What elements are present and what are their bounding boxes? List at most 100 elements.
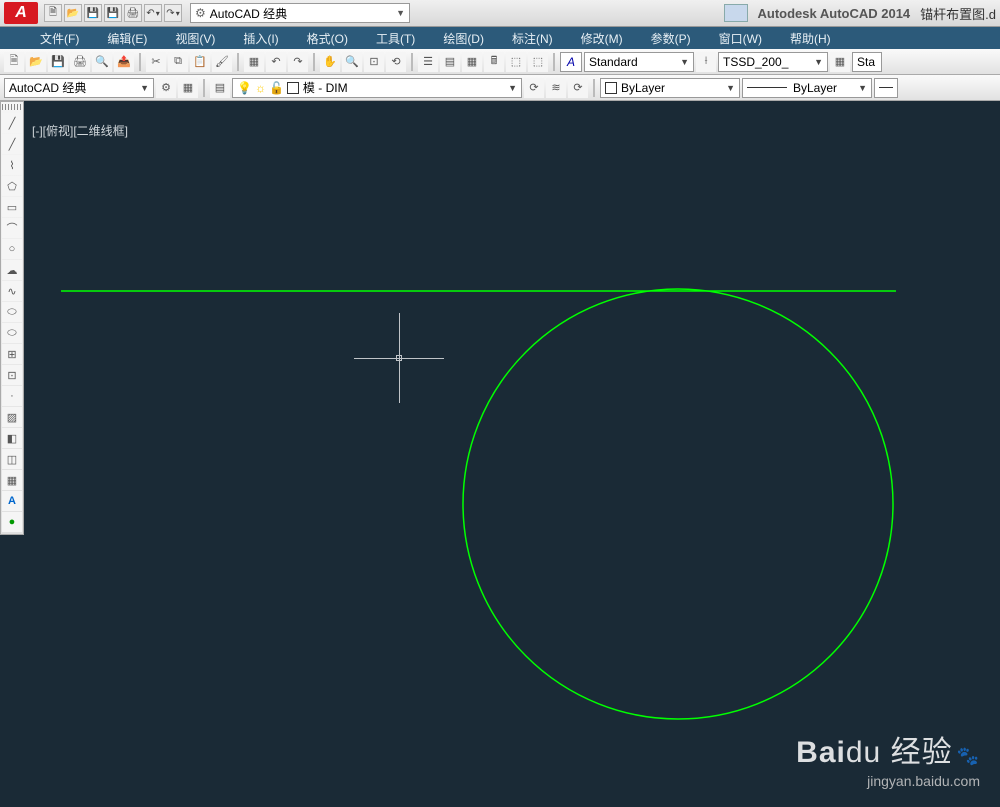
app-brand: Autodesk AutoCAD 2014 xyxy=(758,6,911,21)
redo-icon[interactable]: ↷ xyxy=(288,52,308,72)
chevron-down-icon: ▼ xyxy=(396,8,405,18)
circle-icon[interactable]: ○ xyxy=(2,239,22,259)
menu-window[interactable]: 窗口(W) xyxy=(719,30,762,47)
window-thumb xyxy=(724,4,748,22)
text-style-dropdown[interactable]: Standard▼ xyxy=(584,52,694,72)
sun-icon: ☼ xyxy=(255,81,266,95)
sta-dropdown[interactable]: Sta xyxy=(852,52,882,72)
menu-tools[interactable]: 工具(T) xyxy=(376,30,415,47)
pline-icon[interactable]: ⌇ xyxy=(2,155,22,175)
rectangle-icon[interactable]: ▭ xyxy=(2,197,22,217)
menu-insert[interactable]: 插入(I) xyxy=(243,30,278,47)
polygon-icon[interactable]: ⬠ xyxy=(2,176,22,196)
sheet-icon[interactable]: ▤ xyxy=(440,52,460,72)
match-icon[interactable]: 🖌 xyxy=(212,52,232,72)
bulb-icon: 💡 xyxy=(237,81,252,95)
watermark: Baidu 经验🐾 jingyan.baidu.com xyxy=(796,727,980,789)
spline-icon[interactable]: ∿ xyxy=(2,281,22,301)
ws-save-icon[interactable]: ▦ xyxy=(178,78,198,98)
text-style-icon[interactable]: A xyxy=(560,52,582,72)
menu-dim[interactable]: 标注(N) xyxy=(512,30,553,47)
dim-style-dropdown[interactable]: TSSD_200_▼ xyxy=(718,52,828,72)
menu-bar: 文件(F) 编辑(E) 视图(V) 插入(I) 格式(O) 工具(T) 绘图(D… xyxy=(0,27,1000,49)
props-icon[interactable]: ☰ xyxy=(418,52,438,72)
preview-icon[interactable]: 🔍 xyxy=(92,52,112,72)
layer-props-icon[interactable]: ▤ xyxy=(210,78,230,98)
hatch-icon[interactable]: ▨ xyxy=(2,407,22,427)
line-icon[interactable]: ╱ xyxy=(2,113,22,133)
gradient-icon[interactable]: ◧ xyxy=(2,428,22,448)
menu-format[interactable]: 格式(O) xyxy=(307,30,348,47)
new-icon[interactable]: 🗎 xyxy=(44,4,62,22)
ref2-icon[interactable]: ⬚ xyxy=(528,52,548,72)
undo-icon[interactable]: ↶ xyxy=(144,4,162,22)
table-style-icon[interactable]: ▦ xyxy=(830,52,850,72)
publish-icon[interactable]: 📤 xyxy=(114,52,134,72)
title-bar: A 🗎 📂 💾 💾 🖨 ↶ ↷ ⚙ AutoCAD 经典 ▼ Autodesk … xyxy=(0,0,1000,27)
menu-help[interactable]: 帮助(H) xyxy=(790,30,831,47)
pan-icon[interactable]: ✋ xyxy=(320,52,340,72)
addsel-icon[interactable]: ● xyxy=(2,512,22,532)
tool-palette-icon[interactable]: ▦ xyxy=(462,52,482,72)
workspace-dropdown[interactable]: AutoCAD 经典▼ xyxy=(4,78,154,98)
zoom-window-icon[interactable]: ⊡ xyxy=(364,52,384,72)
save-icon[interactable]: 💾 xyxy=(84,4,102,22)
calc-icon[interactable]: 🖩 xyxy=(484,52,504,72)
autocad-logo: A xyxy=(4,2,38,24)
arc-icon[interactable]: ⌒ xyxy=(2,218,22,238)
workspace-selector[interactable]: ⚙ AutoCAD 经典 ▼ xyxy=(190,3,410,23)
linetype-dropdown[interactable] xyxy=(874,78,898,98)
print-icon[interactable]: 🖨 xyxy=(124,4,142,22)
insert-block-icon[interactable]: ⊞ xyxy=(2,344,22,364)
ellipse-icon[interactable]: ⬭ xyxy=(2,302,22,322)
save-icon[interactable]: 💾 xyxy=(48,52,68,72)
layer-iso-icon[interactable]: ⟳ xyxy=(568,78,588,98)
layer-dropdown[interactable]: 💡 ☼ 🔓 模 - DIM▼ xyxy=(232,78,522,98)
zoom-icon[interactable]: 🔍 xyxy=(342,52,362,72)
undo-icon[interactable]: ↶ xyxy=(266,52,286,72)
line-sample xyxy=(747,87,787,88)
zoom-prev-icon[interactable]: ⟲ xyxy=(386,52,406,72)
ellipse-arc-icon[interactable]: ⬭ xyxy=(2,323,22,343)
block-icon[interactable]: ▦ xyxy=(244,52,264,72)
lineweight-dropdown[interactable]: ByLayer▼ xyxy=(742,78,872,98)
ref-icon[interactable]: ⬚ xyxy=(506,52,526,72)
saveas-icon[interactable]: 💾 xyxy=(104,4,122,22)
menu-edit[interactable]: 编辑(E) xyxy=(107,30,147,47)
menu-draw[interactable]: 绘图(D) xyxy=(443,30,484,47)
menu-param[interactable]: 参数(P) xyxy=(651,30,691,47)
region-icon[interactable]: ◫ xyxy=(2,449,22,469)
copy-icon[interactable]: ⧉ xyxy=(168,52,188,72)
mtext-icon[interactable]: A xyxy=(2,491,22,511)
open-icon[interactable]: 📂 xyxy=(26,52,46,72)
new-icon[interactable]: 🗎 xyxy=(4,52,24,72)
layer-prev-icon[interactable]: ≋ xyxy=(546,78,566,98)
xline-icon[interactable]: ╱ xyxy=(2,134,22,154)
dim-style-icon[interactable]: ⟊ xyxy=(696,52,716,72)
cut-icon[interactable]: ✂ xyxy=(146,52,166,72)
workspace-label: AutoCAD 经典 xyxy=(210,5,287,22)
color-swatch xyxy=(605,82,617,94)
revcloud-icon[interactable]: ☁ xyxy=(2,260,22,280)
toolbar-grip[interactable] xyxy=(2,104,22,110)
ws-gear-icon[interactable]: ⚙ xyxy=(156,78,176,98)
redo-icon[interactable]: ↷ xyxy=(164,4,182,22)
table-icon[interactable]: ▦ xyxy=(2,470,22,490)
standard-toolbar: 🗎 📂 💾 🖨 🔍 📤 ✂ ⧉ 📋 🖌 ▦ ↶ ↷ ✋ 🔍 ⊡ ⟲ ☰ ▤ ▦ … xyxy=(0,49,1000,75)
draw-toolbar: ╱ ╱ ⌇ ⬠ ▭ ⌒ ○ ☁ ∿ ⬭ ⬭ ⊞ ⊡ · ▨ ◧ ◫ ▦ A ● xyxy=(0,101,24,535)
layer-state-icon[interactable]: ⟳ xyxy=(524,78,544,98)
print-icon[interactable]: 🖨 xyxy=(70,52,90,72)
quick-access-toolbar: 🗎 📂 💾 💾 🖨 ↶ ↷ xyxy=(44,4,182,22)
menu-modify[interactable]: 修改(M) xyxy=(581,30,623,47)
paste-icon[interactable]: 📋 xyxy=(190,52,210,72)
layer-color-swatch xyxy=(287,82,299,94)
drawing-canvas[interactable]: [-][俯视][二维线框] Baidu 经验🐾 jingyan.baidu.co… xyxy=(26,116,1000,807)
menu-file[interactable]: 文件(F) xyxy=(40,30,79,47)
point-icon[interactable]: · xyxy=(2,386,22,406)
open-icon[interactable]: 📂 xyxy=(64,4,82,22)
color-dropdown[interactable]: ByLayer▼ xyxy=(600,78,740,98)
drawing-content xyxy=(26,116,1000,807)
menu-view[interactable]: 视图(V) xyxy=(175,30,215,47)
lock-icon: 🔓 xyxy=(269,81,284,95)
make-block-icon[interactable]: ⊡ xyxy=(2,365,22,385)
